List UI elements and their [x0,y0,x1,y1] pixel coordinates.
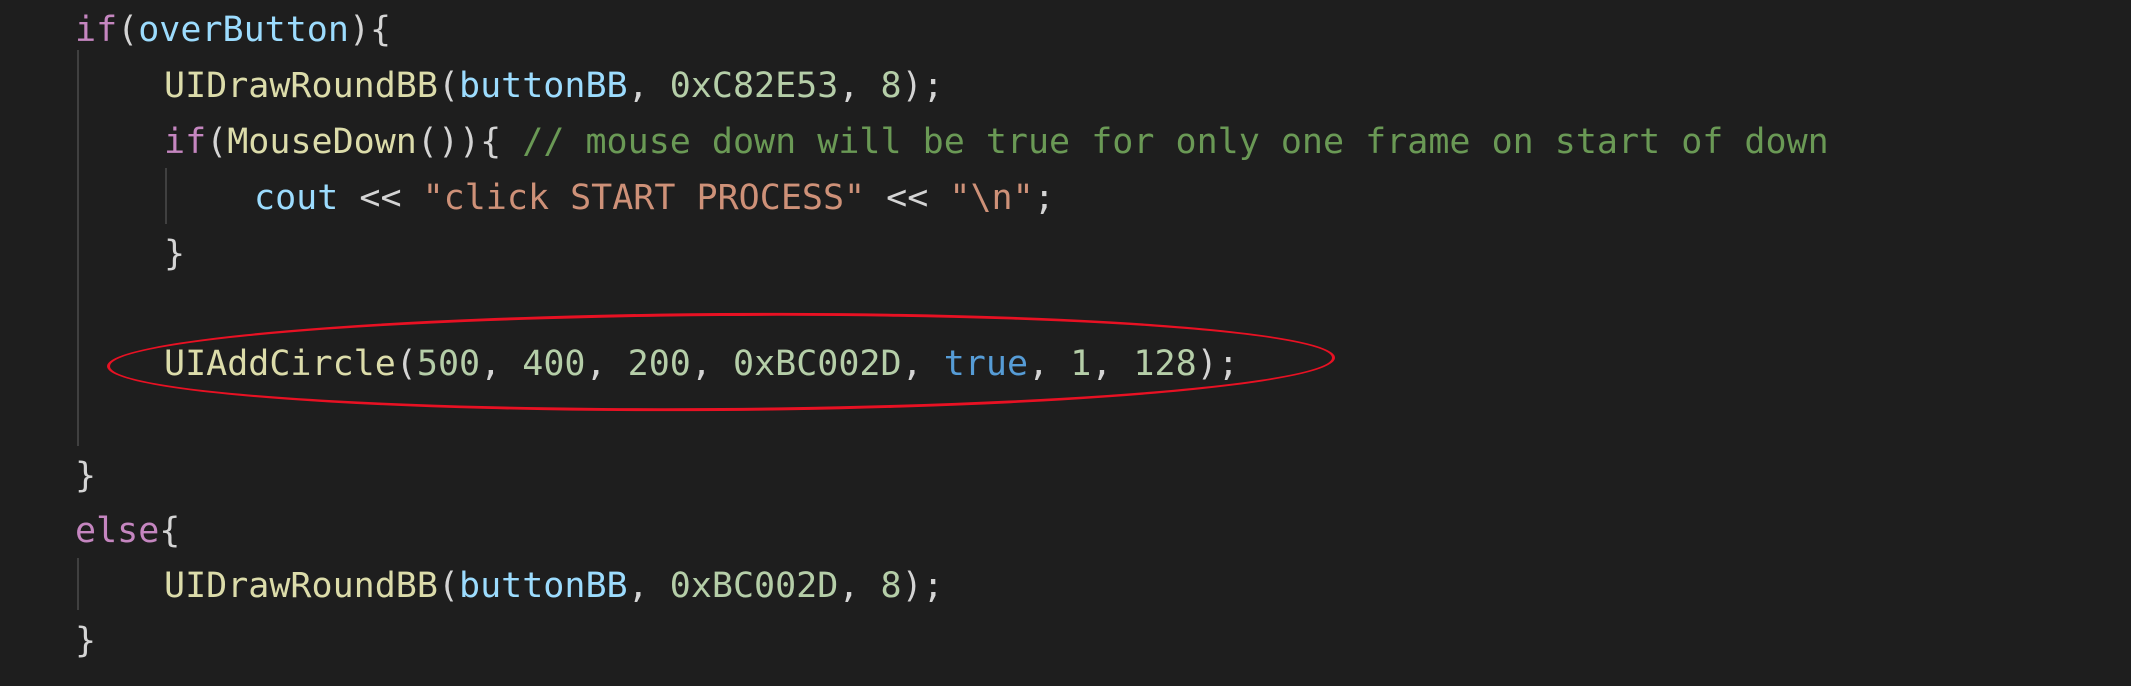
punctuation: ); [901,66,944,106]
keyword-if: if [164,122,207,162]
highlight-ellipse-annotation [106,308,1336,416]
variable-buttonbb: buttonBB [459,566,628,606]
keyword-if: if [75,10,118,50]
punctuation: ); [901,566,944,606]
indent-guide-outer-if [77,50,79,446]
code-line-9[interactable]: } [75,448,96,504]
punctuation: ( [206,122,228,162]
closing-brace: } [75,456,97,496]
opening-brace: { [159,511,181,551]
code-line-11[interactable]: UIDrawRoundBB(buttonBB, 0xBC002D, 8); [164,558,944,614]
code-line-4[interactable]: cout << "click START PROCESS" << "\n"; [254,170,1055,226]
punctuation: ( [437,66,460,106]
operator: << [865,178,950,218]
punctuation: , [627,566,670,606]
code-editor[interactable]: if(overButton){ UIDrawRoundBB(buttonBB, … [0,0,2131,692]
punctuation: , [838,566,881,606]
code-comment: // mouse down will be true for only one … [522,122,1829,162]
variable-buttonbb: buttonBB [459,66,628,106]
variable-cout: cout [254,178,339,218]
punctuation: ; [1033,178,1055,218]
function-uidrawroundbb: UIDrawRoundBB [164,566,438,606]
punctuation: ( [437,566,460,606]
indent-guide-inner-if [165,168,167,224]
string-literal: "click START PROCESS" [422,178,866,218]
code-line-1[interactable]: if(overButton){ [75,2,391,58]
code-line-10[interactable]: else{ [75,503,180,559]
closing-brace: } [75,621,97,661]
number-literal: 0xC82E53 [669,66,839,106]
number-literal: 0xBC002D [669,566,839,606]
bottom-border [0,686,2131,692]
number-literal: 8 [880,566,902,606]
string-literal: "\n" [949,178,1034,218]
punctuation: , [838,66,881,106]
operator: << [338,178,423,218]
code-line-5[interactable]: } [164,226,185,282]
punctuation: ()){ [416,122,502,162]
punctuation: ( [117,10,139,50]
function-uidrawroundbb: UIDrawRoundBB [164,66,438,106]
indent-guide-else [77,558,79,610]
punctuation: ){ [348,10,392,50]
code-line-12[interactable]: } [75,613,96,669]
number-literal: 8 [880,66,902,106]
variable-overbutton: overButton [138,10,349,50]
keyword-else: else [75,511,160,551]
code-line-3[interactable]: if(MouseDown()){ // mouse down will be t… [164,114,1829,170]
closing-brace: } [164,234,186,274]
function-mousedown: MouseDown [227,122,417,162]
punctuation: , [627,66,670,106]
code-line-2[interactable]: UIDrawRoundBB(buttonBB, 0xC82E53, 8); [164,58,944,114]
